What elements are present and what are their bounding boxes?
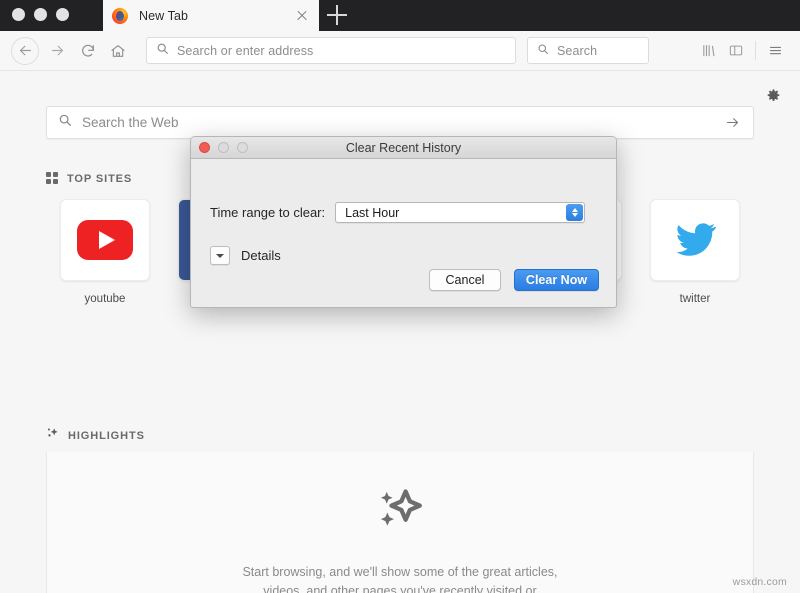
window-minimize-button[interactable] — [34, 8, 47, 21]
window-titlebar: New Tab — [0, 0, 800, 31]
window-maximize-button[interactable] — [56, 8, 69, 21]
browser-tab-new-tab[interactable]: New Tab — [103, 0, 319, 31]
browser-window: New Tab Search or enter address Search S… — [0, 0, 800, 593]
sparkle-icon — [373, 482, 427, 541]
gear-icon[interactable] — [765, 88, 782, 105]
cancel-button[interactable]: Cancel — [429, 269, 501, 291]
arrow-right-icon[interactable] — [723, 115, 742, 130]
search-icon — [58, 113, 72, 132]
sidebar-icon[interactable] — [722, 37, 750, 65]
toolbar-right-controls — [694, 37, 800, 65]
highlights-empty-text: Start browsing, and we'll show some of t… — [242, 563, 557, 593]
toolbar-search-placeholder: Search — [557, 43, 598, 58]
dialog-traffic-lights — [199, 142, 248, 153]
chevron-updown-icon[interactable] — [566, 204, 584, 221]
time-range-select[interactable]: Last Hour — [335, 202, 586, 223]
hamburger-menu-icon[interactable] — [761, 37, 789, 65]
tile-label: twitter — [679, 293, 711, 305]
grid-icon — [46, 172, 59, 185]
youtube-icon — [60, 199, 150, 281]
plus-icon[interactable] — [327, 5, 347, 25]
chevron-down-icon[interactable] — [210, 246, 230, 265]
browser-toolbar: Search or enter address Search — [0, 31, 800, 71]
time-range-row: Time range to clear: Last Hour — [210, 202, 586, 223]
top-sites-section-header: TOP SITES — [46, 172, 132, 185]
web-search-input[interactable]: Search the Web — [46, 106, 754, 139]
details-label: Details — [241, 248, 281, 263]
dialog-title: Clear Recent History — [345, 140, 462, 155]
top-site-tile[interactable]: youtube — [46, 199, 164, 305]
dialog-minimize-button[interactable] — [218, 142, 229, 153]
toolbar-search-box[interactable]: Search — [527, 37, 649, 64]
dialog-actions: Cancel Clear Now — [429, 269, 599, 291]
library-icon[interactable] — [694, 37, 722, 65]
web-search-placeholder: Search the Web — [82, 115, 179, 130]
forward-arrow-icon[interactable] — [44, 38, 70, 64]
address-bar[interactable]: Search or enter address — [146, 37, 516, 64]
highlights-title: HIGHLIGHTS — [68, 429, 145, 442]
time-range-value: Last Hour — [345, 205, 400, 220]
twitter-icon — [650, 199, 740, 281]
back-arrow-icon[interactable] — [11, 36, 39, 65]
details-row[interactable]: Details — [210, 246, 281, 265]
tile-label: youtube — [84, 293, 126, 305]
time-range-label: Time range to clear: — [210, 205, 326, 220]
highlights-empty-line-1: Start browsing, and we'll show some of t… — [242, 564, 558, 579]
highlights-empty-line-2: videos, and other pages you've recently … — [263, 583, 537, 593]
dialog-body: Time range to clear: Last Hour Details C… — [191, 159, 616, 307]
dialog-maximize-button[interactable] — [237, 142, 248, 153]
home-icon[interactable] — [105, 38, 131, 64]
reload-icon[interactable] — [75, 38, 101, 64]
toolbar-divider — [755, 41, 756, 60]
clear-now-button[interactable]: Clear Now — [514, 269, 599, 291]
search-icon — [156, 42, 169, 60]
tab-title: New Tab — [139, 8, 189, 23]
dialog-titlebar: Clear Recent History — [191, 137, 616, 159]
window-close-button[interactable] — [12, 8, 25, 21]
sparkle-icon — [46, 426, 60, 445]
top-sites-title: TOP SITES — [67, 172, 133, 185]
firefox-icon — [112, 7, 128, 24]
highlights-empty-state: Start browsing, and we'll show some of t… — [46, 452, 754, 593]
close-icon[interactable] — [294, 8, 310, 24]
top-site-tile[interactable]: twitter — [636, 199, 754, 305]
clear-recent-history-dialog: Clear Recent History Time range to clear… — [190, 136, 617, 308]
highlights-section-header: HIGHLIGHTS — [46, 426, 145, 445]
address-bar-placeholder: Search or enter address — [177, 43, 314, 58]
watermark: wsxdn.com — [732, 576, 787, 588]
search-icon — [537, 42, 549, 60]
window-traffic-lights — [12, 8, 69, 21]
dialog-close-button[interactable] — [199, 142, 210, 153]
